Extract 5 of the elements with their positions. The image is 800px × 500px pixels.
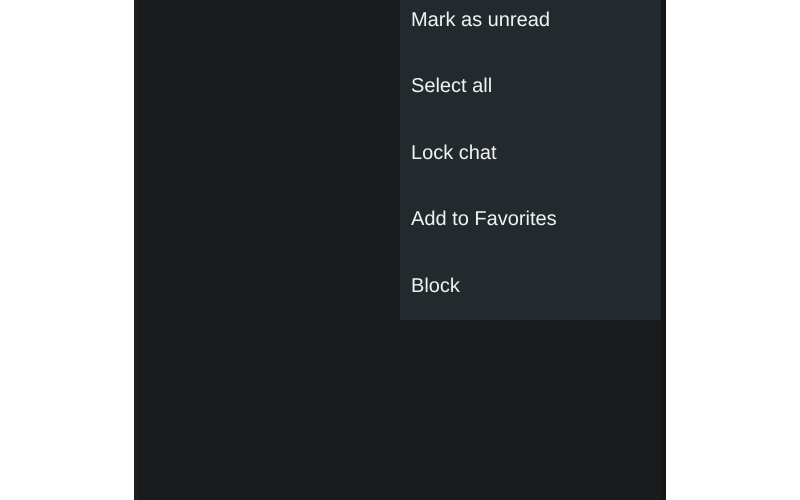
menu-item[interactable]: Lock chat	[400, 120, 661, 186]
menu-item[interactable]: Mark as unread	[400, 0, 661, 54]
menu-item[interactable]: Block	[400, 253, 661, 320]
menu-item[interactable]: Select all	[400, 54, 661, 120]
menu-item[interactable]: Add to Favorites	[400, 186, 661, 253]
